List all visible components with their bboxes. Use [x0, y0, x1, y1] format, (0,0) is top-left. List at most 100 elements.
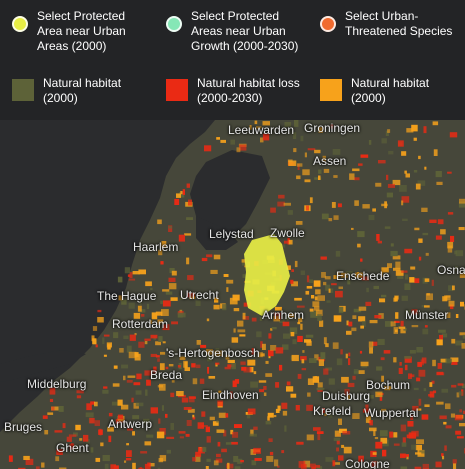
legend-label: Select Protected Areas near Urban Growth… — [191, 9, 299, 53]
habitat-cell — [368, 341, 374, 348]
habitat-cell — [390, 321, 396, 327]
habitat-cell — [401, 295, 408, 301]
habitat-cell — [232, 294, 240, 301]
habitat-cell — [330, 288, 334, 293]
habitat-cell — [144, 441, 152, 446]
radio-urban-threatened[interactable] — [320, 16, 336, 32]
city-label: Lelystad — [209, 227, 254, 241]
habitat-cell — [179, 436, 184, 439]
habitat-cell — [313, 427, 321, 431]
habitat-cell — [360, 325, 364, 329]
habitat-cell — [323, 281, 327, 286]
habitat-cell — [104, 463, 109, 469]
habitat-cell — [293, 148, 297, 153]
habitat-cell — [338, 418, 342, 425]
habitat-cell — [201, 411, 206, 417]
habitat-cell — [206, 436, 211, 443]
habitat-cell — [138, 341, 145, 348]
habitat-cell — [279, 364, 283, 371]
habitat-cell — [127, 375, 136, 378]
habitat-cell — [186, 257, 190, 265]
habitat-cell — [395, 261, 401, 269]
habitat-cell — [459, 198, 465, 204]
habitat-cell — [447, 241, 454, 249]
habitat-cell — [213, 304, 220, 310]
habitat-cell — [372, 208, 376, 212]
radio-protected-growth[interactable] — [166, 16, 182, 32]
habitat-cell — [132, 462, 136, 469]
habitat-cell — [410, 266, 416, 270]
habitat-cell — [136, 373, 142, 380]
habitat-cell — [429, 382, 433, 387]
legend-label: Natural habitat loss (2000-2030) — [197, 76, 300, 105]
habitat-cell — [365, 301, 372, 306]
legend-protected-areas-growth[interactable]: Select Protected Areas near Urban Growth… — [166, 9, 298, 54]
habitat-cell — [305, 334, 314, 338]
habitat-cell — [111, 401, 119, 406]
habitat-cell — [357, 231, 365, 238]
habitat-cell — [362, 204, 370, 209]
habitat-cell — [168, 226, 172, 229]
habitat-cell — [126, 345, 132, 353]
habitat-cell — [268, 333, 272, 339]
habitat-cell — [393, 443, 400, 446]
habitat-cell — [300, 323, 303, 330]
habitat-cell — [375, 391, 383, 398]
radio-protected-2000[interactable] — [12, 16, 28, 32]
city-label: Utrecht — [180, 288, 219, 302]
habitat-cell — [160, 351, 166, 355]
habitat-cell — [314, 296, 318, 301]
habitat-cell — [352, 375, 356, 380]
habitat-cell — [318, 359, 324, 366]
habitat-cell — [439, 415, 447, 420]
habitat-cell — [376, 234, 380, 241]
habitat-cell — [268, 356, 271, 359]
habitat-cell — [325, 343, 329, 348]
habitat-cell — [47, 412, 54, 415]
habitat-cell — [296, 163, 303, 167]
habitat-cell — [317, 295, 325, 301]
habitat-cell — [294, 297, 302, 301]
habitat-cell — [186, 420, 192, 426]
habitat-cell — [121, 364, 129, 369]
habitat-cell — [422, 232, 429, 236]
habitat-cell — [176, 193, 181, 198]
habitat-cell — [456, 436, 464, 439]
habitat-cell — [336, 358, 343, 366]
habitat-cell — [405, 173, 410, 178]
habitat-cell — [334, 430, 341, 437]
habitat-cell — [275, 347, 284, 354]
habitat-cell — [265, 373, 273, 377]
habitat-cell — [338, 306, 344, 314]
legend-habitat-loss: Natural habitat loss (2000-2030) — [166, 76, 300, 106]
habitat-cell — [374, 437, 379, 440]
legend-protected-areas-2000[interactable]: Select Protected Area near Urban Areas (… — [12, 9, 126, 54]
habitat-cell — [76, 395, 82, 399]
habitat-cell — [213, 254, 221, 260]
habitat-cell — [286, 381, 291, 386]
habitat-cell — [247, 408, 256, 415]
habitat-cell — [239, 334, 246, 337]
habitat-cell — [192, 378, 198, 385]
habitat-cell — [267, 412, 274, 418]
habitat-cell — [406, 128, 414, 133]
habitat-cell — [338, 286, 343, 289]
habitat-cell — [409, 277, 415, 283]
legend-urban-threatened-species[interactable]: Select Urban- Threatened Species — [320, 9, 452, 39]
habitat-cell — [206, 254, 213, 258]
habitat-cell — [360, 258, 363, 262]
habitat-cell — [94, 420, 100, 426]
habitat-cell — [311, 295, 315, 299]
habitat-cell — [315, 289, 321, 295]
habitat-cell — [306, 404, 313, 411]
habitat-cell — [135, 402, 144, 407]
map-canvas[interactable]: Leeuwarden Groningen Assen Lelystad Zwol… — [0, 120, 465, 469]
habitat-cell — [227, 462, 230, 469]
habitat-cell — [90, 447, 94, 453]
habitat-cell — [241, 366, 247, 371]
habitat-cell — [150, 334, 158, 339]
habitat-cell — [399, 185, 407, 192]
habitat-cell — [415, 452, 422, 455]
habitat-cell — [449, 132, 458, 138]
habitat-cell — [416, 377, 421, 382]
